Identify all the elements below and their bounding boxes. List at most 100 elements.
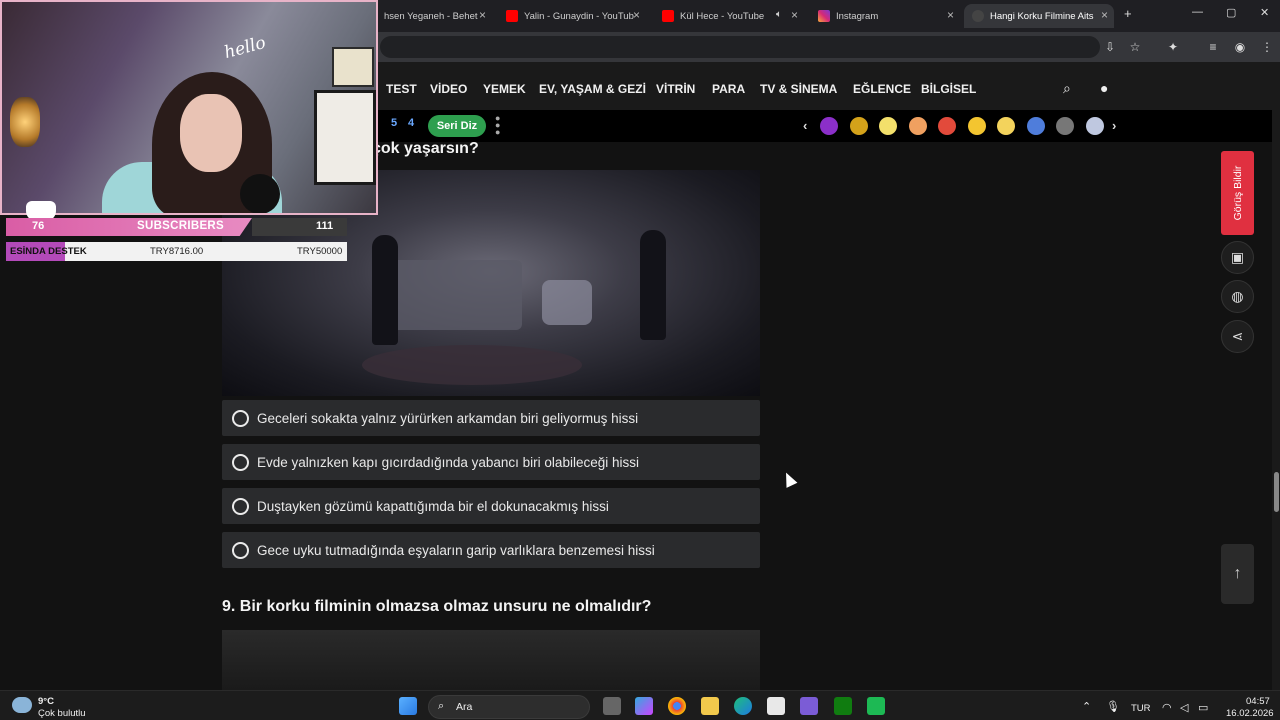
site-favicon-icon (972, 10, 984, 22)
menu-icon[interactable]: ⋮ (1260, 40, 1274, 54)
browser-tab[interactable]: hsen Yeganeh - Behet × (376, 4, 492, 28)
close-tab-icon[interactable]: × (1101, 8, 1108, 22)
minimize-button[interactable]: — (1192, 6, 1203, 18)
nav-item-yemek[interactable]: YEMEK (483, 82, 526, 96)
streak-number: 5 (391, 117, 398, 129)
page-scrollbar[interactable] (1272, 62, 1280, 690)
category-emoji-icon[interactable] (967, 117, 986, 135)
radio-icon[interactable] (232, 497, 249, 515)
close-tab-icon[interactable]: × (791, 8, 798, 22)
speaker-icon[interactable]: 🔈︎ (776, 9, 782, 20)
user-icon[interactable]: ● (1100, 80, 1108, 96)
image-figure (372, 235, 398, 345)
category-emoji-icon[interactable] (1026, 117, 1045, 135)
copilot-icon[interactable] (635, 697, 653, 715)
file-explorer-icon[interactable] (701, 697, 719, 715)
feedback-button[interactable]: Görüş Bildir (1221, 151, 1254, 235)
volume-icon[interactable]: ◁ (1180, 701, 1188, 714)
comments-icon[interactable]: ◍ (1221, 280, 1254, 313)
edge-icon[interactable] (734, 697, 752, 715)
close-window-button[interactable]: ✕ (1260, 6, 1269, 19)
language-indicator[interactable]: TUR (1131, 703, 1151, 714)
close-tab-icon[interactable]: × (479, 8, 486, 22)
store-icon[interactable] (767, 697, 785, 715)
nav-item-ev-yasam-gezi[interactable]: EV, YAŞAM & GEZİ (539, 82, 646, 96)
microphone-icon[interactable]: 🎙︎ (1106, 700, 1120, 713)
radio-icon[interactable] (232, 453, 249, 471)
browser-tab[interactable]: Yalin - Gunaydin - YouTub × (498, 4, 646, 28)
more-dots-icon[interactable]: ● ● ● (495, 114, 500, 137)
app-icon[interactable] (800, 697, 818, 715)
browser-tab[interactable]: Kül Hece - YouTube 🔈︎ × (654, 4, 804, 28)
category-emoji-icon[interactable] (908, 117, 927, 135)
answer-option[interactable]: Gece uyku tutmadığında eşyaların garip v… (222, 532, 760, 568)
weather-desc[interactable]: Çok bulutlu (38, 708, 86, 719)
image-bed (392, 260, 522, 330)
clock-time[interactable]: 04:57 (1246, 696, 1270, 707)
category-emoji-icon[interactable] (997, 117, 1015, 135)
category-emoji-icon[interactable] (849, 117, 868, 135)
weather-icon[interactable] (12, 697, 32, 713)
chrome-icon[interactable] (668, 697, 686, 715)
address-bar[interactable] (380, 36, 1100, 58)
screen: hsen Yeganeh - Behet × Yalin - Gunaydin … (0, 0, 1280, 720)
close-tab-icon[interactable]: × (947, 8, 954, 22)
profile-icon[interactable]: ◉ (1233, 40, 1247, 54)
new-tab-button[interactable]: + (1124, 6, 1132, 21)
nav-item-vitrin[interactable]: VİTRİN (656, 82, 695, 96)
app-icon[interactable] (867, 697, 885, 715)
browser-tab[interactable]: Instagram × (810, 4, 960, 28)
share-icon[interactable]: ⋖ (1221, 320, 1254, 353)
radio-icon[interactable] (232, 541, 249, 559)
nav-item-bilgisel[interactable]: BİLGİSEL (921, 82, 976, 96)
category-emoji-icon[interactable] (938, 117, 956, 135)
seri-diz-button[interactable]: Seri Diz (428, 115, 486, 137)
next-arrow-icon[interactable]: › (1112, 118, 1116, 133)
category-emoji-icon[interactable] (1085, 117, 1104, 135)
tab-title: Kül Hece - YouTube (680, 10, 765, 22)
nav-item-test[interactable]: TEST (386, 82, 417, 96)
nav-item-video[interactable]: VİDEO (430, 82, 467, 96)
streak-number: 4 (408, 117, 415, 129)
taskbar-search[interactable] (428, 695, 590, 719)
streamer-face (180, 94, 242, 172)
wall-art (314, 90, 376, 185)
donation-goal: TRY50000 (297, 246, 343, 257)
scroll-to-top-button[interactable]: ↑ (1221, 544, 1254, 604)
prev-arrow-icon[interactable]: ‹ (803, 118, 807, 133)
nav-item-tv-sinema[interactable]: TV & SİNEMA (760, 82, 837, 96)
nav-item-para[interactable]: PARA (712, 82, 745, 96)
windows-start-icon[interactable] (399, 697, 417, 715)
bookmark-star-icon[interactable]: ☆ (1128, 40, 1142, 54)
answer-option[interactable]: Duştayken gözümü kapattığımda bir el dok… (222, 488, 760, 524)
wifi-icon[interactable]: ◠ (1162, 701, 1172, 714)
answer-option[interactable]: Evde yalnızken kapı gıcırdadığında yaban… (222, 444, 760, 480)
search-icon[interactable]: ⌕ (1063, 80, 1071, 97)
tab-title: Instagram (836, 10, 879, 22)
microphone-shape (240, 174, 280, 213)
maximize-button[interactable]: ▢ (1226, 6, 1236, 19)
weather-temp[interactable]: 9°C (38, 696, 54, 707)
nav-item-eglence[interactable]: EĞLENCE (853, 82, 911, 96)
media-control-icon[interactable]: ≡ (1206, 40, 1220, 54)
answer-option[interactable]: Geceleri sokakta yalnız yürürken arkamda… (222, 400, 760, 436)
radio-icon[interactable] (232, 409, 249, 427)
category-emoji-icon[interactable] (879, 117, 897, 135)
battery-icon[interactable]: ▭ (1198, 701, 1208, 714)
mouse-cursor-icon (780, 470, 798, 488)
install-app-icon[interactable]: ⇩ (1103, 40, 1117, 54)
feedback-label: Görüş Bildir (1231, 165, 1244, 221)
close-tab-icon[interactable]: × (633, 8, 640, 22)
instagram-icon (818, 10, 830, 22)
xbox-icon[interactable] (834, 697, 852, 715)
search-icon: ⌕ (438, 700, 445, 712)
bookmark-icon[interactable]: ▣ (1221, 241, 1254, 274)
task-view-icon[interactable] (603, 697, 621, 715)
extensions-icon[interactable]: ✦ (1166, 40, 1180, 54)
category-emoji-icon[interactable] (820, 117, 838, 135)
chevron-up-icon[interactable]: ⌃ (1082, 700, 1091, 713)
browser-tab-active[interactable]: Hangi Korku Filmine Aits × (964, 4, 1114, 28)
scrollbar-thumb[interactable] (1274, 472, 1279, 512)
clock-date[interactable]: 16.02.2026 (1226, 708, 1274, 719)
category-emoji-icon[interactable] (1056, 117, 1074, 135)
